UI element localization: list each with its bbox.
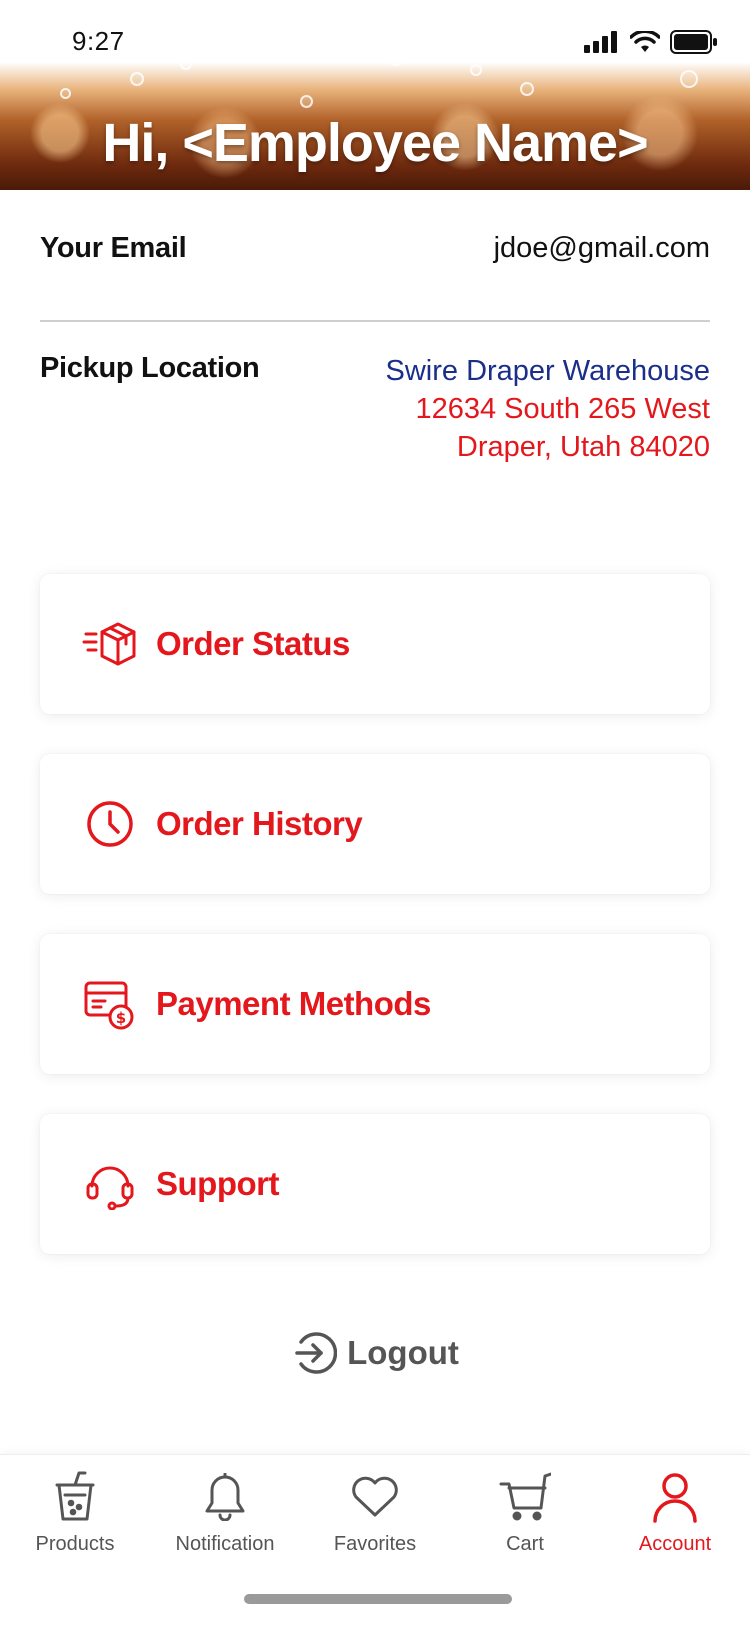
logout-label: Logout	[347, 1334, 459, 1371]
bubble-decoration	[60, 88, 71, 99]
cart-icon	[450, 1467, 600, 1527]
drink-cup-icon	[0, 1467, 150, 1527]
pickup-street: 12634 South 265 West	[415, 393, 710, 425]
clock-icon	[80, 794, 140, 854]
order-status-label: Order Status	[156, 625, 350, 662]
tab-products-label: Products	[35, 1533, 115, 1555]
bubble-decoration	[520, 82, 534, 96]
signal-icon	[584, 31, 617, 53]
pickup-row: Pickup Location Swire Draper Warehouse 1…	[40, 352, 710, 466]
status-time: 9:27	[72, 26, 125, 56]
home-indicator	[244, 1594, 512, 1604]
logout-button[interactable]: Logout	[0, 1330, 750, 1376]
email-value: jdoe@gmail.com	[493, 232, 710, 264]
wifi-icon	[630, 31, 660, 52]
pickup-name[interactable]: Swire Draper Warehouse	[386, 352, 711, 390]
header-banner: 9:27 Hi, <Employee Name>	[0, 0, 750, 190]
tab-products[interactable]: Products	[0, 1467, 150, 1556]
email-row: Your Email jdoe@gmail.com	[40, 232, 710, 265]
bubble-decoration	[130, 72, 144, 86]
support-label: Support	[156, 1165, 279, 1202]
tab-notification[interactable]: Notification	[150, 1467, 300, 1556]
logout-icon	[295, 1332, 338, 1374]
tab-cart-label: Cart	[506, 1533, 544, 1555]
heart-icon	[300, 1467, 450, 1527]
payment-methods-label: Payment Methods	[156, 985, 431, 1022]
order-history-label: Order History	[156, 805, 363, 842]
tab-account[interactable]: Account	[600, 1467, 750, 1556]
payment-methods-button[interactable]: $ Payment Methods	[40, 934, 710, 1074]
greeting-title: Hi, <Employee Name>	[102, 113, 648, 173]
tab-notification-label: Notification	[175, 1533, 275, 1555]
status-icons	[584, 30, 718, 54]
email-label: Your Email	[40, 232, 187, 264]
divider	[40, 320, 710, 322]
bubble-decoration	[300, 95, 313, 108]
tab-favorites[interactable]: Favorites	[300, 1467, 450, 1556]
battery-icon	[670, 30, 717, 54]
order-status-button[interactable]: Order Status	[40, 574, 710, 714]
pickup-address: Swire Draper Warehouse 12634 South 265 W…	[386, 352, 711, 466]
pickup-city: Draper, Utah 84020	[456, 431, 710, 463]
tab-cart[interactable]: Cart	[450, 1467, 600, 1556]
bubble-decoration	[180, 58, 192, 70]
support-button[interactable]: Support	[40, 1114, 710, 1254]
order-history-button[interactable]: Order History	[40, 754, 710, 894]
bell-icon	[150, 1467, 300, 1527]
tab-favorites-label: Favorites	[333, 1533, 417, 1555]
bubble-decoration	[388, 50, 404, 66]
bubble-decoration	[470, 64, 482, 76]
tab-account-label: Account	[638, 1533, 712, 1555]
svg-text:$: $	[116, 1009, 126, 1027]
headset-icon	[80, 1154, 140, 1214]
bubble-decoration	[680, 70, 698, 88]
billing-icon: $	[80, 974, 140, 1034]
package-icon	[80, 614, 140, 674]
user-icon	[600, 1467, 750, 1527]
pickup-label: Pickup Location	[40, 352, 260, 384]
